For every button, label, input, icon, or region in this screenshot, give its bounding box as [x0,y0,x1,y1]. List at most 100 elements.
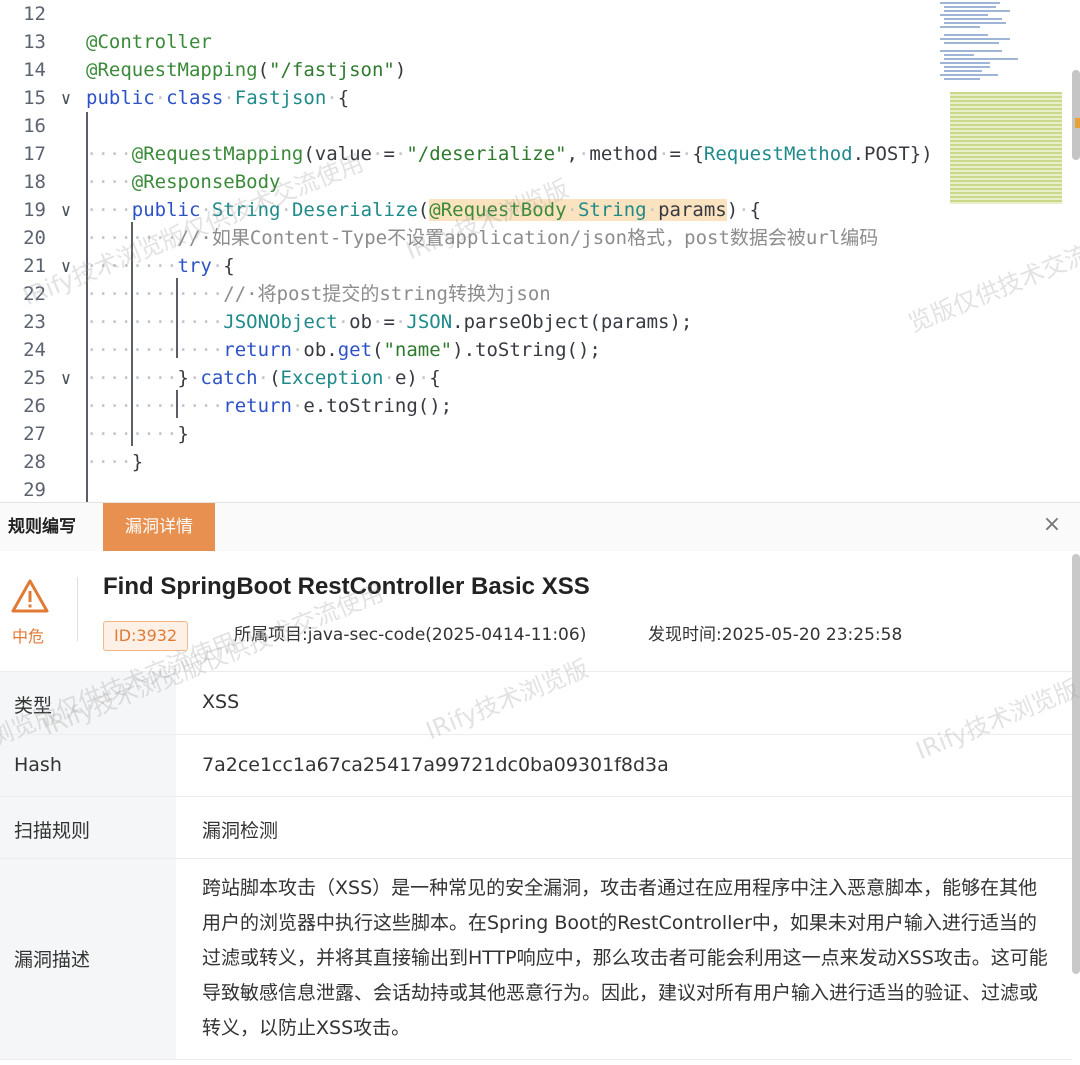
minimap-line [940,14,988,16]
line-number: 27 [23,423,46,445]
minimap-line [944,18,1002,20]
minimap-line [944,78,980,80]
code-line[interactable]: 14 @RequestMapping("/fastjson") [0,56,406,84]
code-text: ····@RequestMapping(value·=·"/deserializ… [86,143,933,165]
line-number: 15 [23,87,46,109]
code-line[interactable]: 21 ∨ ········try·{ [0,252,235,280]
code-text: ········}·catch·(Exception·e)·{ [86,367,441,389]
code-line[interactable]: 27 ········} [0,420,189,448]
table-row-scan-rule: 扫描规则 漏洞检测 [0,797,1072,859]
code-line[interactable]: 22 ············//·将post提交的string转换为json [0,280,551,308]
code-line[interactable]: 23 ············JSONObject·ob·=·JSON.parse… [0,308,692,336]
code-editor[interactable]: 12 13 @Controller 14 @RequestMapping("/fastj… [0,0,1080,502]
line-number: 13 [23,31,46,53]
editor-scrollbar[interactable] [1072,70,1080,160]
hash-value: 7a2ce1cc1a67ca25417a99721dc0ba09301f8d3a [202,754,669,776]
type-value: XSS [202,691,240,713]
severity-label: 中危 [12,627,45,646]
description-value: 跨站脚本攻击（XSS）是一种常见的安全漏洞，攻击者通过在应用程序中注入恶意脚本，… [202,877,1048,1039]
minimap-line [940,74,998,76]
code-text: ············//·将post提交的string转换为json [86,283,551,305]
minimap-highlight-block [950,92,1062,204]
hash-key: Hash [14,754,62,776]
scan-rule-key: 扫描规则 [14,820,91,842]
tab-vulnerability-detail[interactable]: 漏洞详情 [103,503,215,551]
fold-chevron-icon[interactable]: ∨ [46,365,86,393]
fold-chevron-icon[interactable]: ∨ [46,85,86,113]
code-text: ············JSONObject·ob·=·JSON.parseOb… [86,311,693,333]
code-line[interactable]: 26 ············return·e.toString(); [0,392,452,420]
line-number: 28 [23,451,46,473]
code-text: ········//·如果Content-Type不设置application/… [86,227,879,249]
table-row-type: 类型 XSS [0,672,1072,735]
code-line[interactable]: 19 ∨ ····public·String·Deserialize(@Reques… [0,196,761,224]
panel-tab-bar: 规则编写 漏洞详情 × [0,503,1080,552]
minimap-line [940,26,980,28]
minimap-line [944,58,1018,60]
code-text: ····@ResponseBody [86,171,281,193]
minimap-line [940,62,990,64]
minimap-line [940,50,1002,52]
code-line[interactable]: 13 @Controller [0,28,212,56]
fold-chevron-icon[interactable]: ∨ [46,253,86,281]
minimap-line [940,38,1010,40]
minimap-line [944,42,999,44]
close-icon[interactable]: × [1040,513,1064,537]
code-text: ····} [86,451,144,473]
minimap-line [944,22,1006,24]
code-text: public·class·Fastjson·{ [86,87,350,109]
minimap-line [944,6,996,8]
tab-rule-writing[interactable]: 规则编写 [8,503,76,551]
vulnerability-header: 中危 Find SpringBoot RestController Basic … [0,551,1080,672]
scan-rule-value: 漏洞检测 [202,820,279,842]
code-line[interactable]: 25 ∨ ········}·catch·(Exception·e)·{ [0,364,441,392]
line-number: 20 [23,227,46,249]
minimap-line [944,66,990,68]
code-line[interactable]: 29 [0,476,86,502]
code-line[interactable]: 18 ····@ResponseBody [0,168,280,196]
vulnerability-panel: 规则编写 漏洞详情 × 中危 Find SpringBoot RestContr… [0,502,1080,1065]
line-number: 24 [23,339,46,361]
line-number: 21 [23,255,46,277]
line-number: 23 [23,311,46,333]
code-line[interactable]: 28 ····} [0,448,143,476]
minimap-line [940,2,1000,4]
project-info: 所属项目:java-sec-code(2025-0414-11:06) [234,625,587,645]
line-number: 26 [23,395,46,417]
panel-scrollbar[interactable] [1072,554,1080,974]
fold-chevron-icon[interactable]: ∨ [46,197,86,225]
line-number: 25 [23,367,46,389]
vulnerability-id-badge: ID:3932 [103,621,189,651]
line-number: 22 [23,283,46,305]
found-time: 发现时间:2025-05-20 23:25:58 [648,625,903,645]
code-line[interactable]: 24 ············return·ob.get("name").toSt… [0,336,601,364]
code-line[interactable]: 16 [0,112,86,140]
code-line[interactable]: 12 [0,0,86,28]
header-divider [77,577,78,641]
code-text: ····public·String·Deserialize(@RequestBo… [86,199,762,221]
line-number: 17 [23,143,46,165]
code-text: @RequestMapping("/fastjson") [86,59,407,81]
minimap-line [944,70,982,72]
code-line[interactable]: 17 ····@RequestMapping(value·=·"/deserial… [0,140,933,168]
minimap-line [944,34,988,36]
code-minimap[interactable] [938,0,1064,215]
scrollbar-marker [1075,118,1080,128]
description-key: 漏洞描述 [14,949,91,971]
code-text: ········} [86,423,189,445]
line-number: 14 [23,59,46,81]
warning-icon [11,579,49,613]
code-line[interactable]: 20 ········//·如果Content-Type不设置applicatio… [0,224,878,252]
vulnerability-title: Find SpringBoot RestController Basic XSS [103,573,590,600]
type-key: 类型 [14,695,53,717]
code-text: ············return·e.toString(); [86,395,453,417]
code-line[interactable]: 15 ∨ public·class·Fastjson·{ [0,84,349,112]
code-text: ········try·{ [86,255,235,277]
line-number: 16 [23,115,46,137]
line-number: 29 [23,479,46,501]
code-text: ············return·ob.get("name").toStri… [86,339,601,361]
line-number: 18 [23,171,46,193]
line-number: 19 [23,199,46,221]
code-text: @Controller [86,31,212,53]
table-row-hash: Hash 7a2ce1cc1a67ca25417a99721dc0ba09301… [0,735,1072,797]
